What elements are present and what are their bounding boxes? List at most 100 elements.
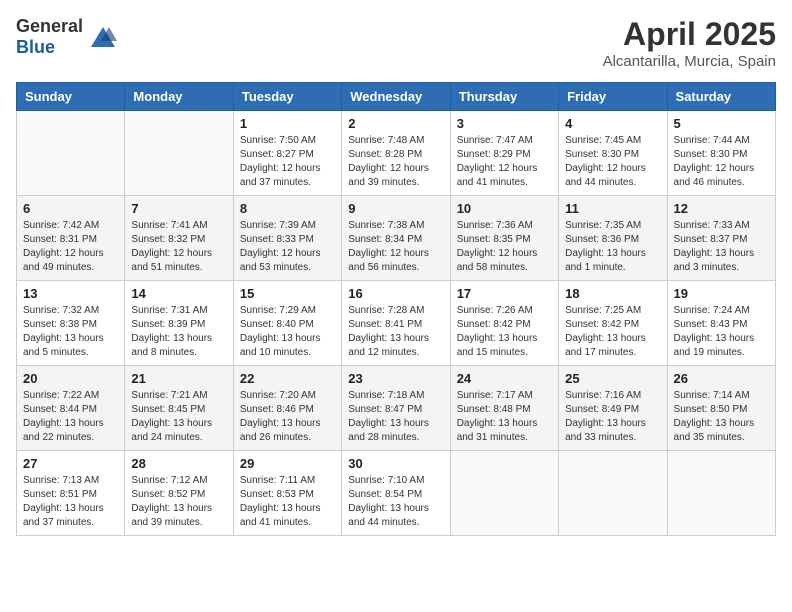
day-info: Sunrise: 7:10 AMSunset: 8:54 PMDaylight:…: [348, 474, 443, 530]
day-cell-20: 20 Sunrise: 7:22 AMSunset: 8:44 PMDayligh…: [17, 366, 125, 451]
day-number: 4: [565, 116, 660, 131]
day-cell-7: 7Sunrise: 7:41 AMSunset: 8:32 PMDaylight…: [125, 196, 233, 281]
day-number: 5: [674, 116, 769, 131]
day-number: 14: [131, 286, 226, 301]
day-cell-4: 4 Sunrise: 7:45 AMSunset: 8:30 PMDaylight…: [559, 111, 667, 196]
day-cell-15: 15 Sunrise: 7:29 AMSunset: 8:40 PMDayligh…: [233, 281, 341, 366]
day-info: Sunrise: 7:32 AMSunset: 8:38 PMDaylight:…: [23, 304, 118, 360]
day-number: 1: [240, 116, 335, 131]
weekday-header-tuesday: Tuesday: [233, 83, 341, 111]
day-cell-13: 13 Sunrise: 7:32 AMSunset: 8:38 PMDayligh…: [17, 281, 125, 366]
day-info: Sunrise: 7:42 AMSunset: 8:31 PMDaylight:…: [23, 219, 118, 275]
day-number: 10: [457, 201, 552, 216]
day-number: 18: [565, 286, 660, 301]
day-number: 12: [674, 201, 769, 216]
day-info: Sunrise: 7:16 AMSunset: 8:49 PMDaylight:…: [565, 389, 660, 445]
day-info: Sunrise: 7:25 AMSunset: 8:42 PMDaylight:…: [565, 304, 660, 360]
day-cell-24: 24Sunrise: 7:17 AMSunset: 8:48 PMDayligh…: [450, 366, 558, 451]
empty-cell: [450, 451, 558, 536]
day-cell-21: 21 Sunrise: 7:21 AMSunset: 8:45 PMDayligh…: [125, 366, 233, 451]
day-info: Sunrise: 7:45 AMSunset: 8:30 PMDaylight:…: [565, 134, 660, 190]
day-number: 27: [23, 456, 118, 471]
day-info: Sunrise: 7:17 AMSunset: 8:48 PMDaylight:…: [457, 389, 552, 445]
day-info: Sunrise: 7:33 AMSunset: 8:37 PMDaylight:…: [674, 219, 769, 275]
day-cell-3: 3 Sunrise: 7:47 AMSunset: 8:29 PMDaylight…: [450, 111, 558, 196]
weekday-header-saturday: Saturday: [667, 83, 775, 111]
day-cell-22: 22 Sunrise: 7:20 AMSunset: 8:46 PMDayligh…: [233, 366, 341, 451]
day-number: 29: [240, 456, 335, 471]
week-row-4: 20 Sunrise: 7:22 AMSunset: 8:44 PMDayligh…: [17, 366, 776, 451]
weekday-header-friday: Friday: [559, 83, 667, 111]
week-row-1: 1Sunrise: 7:50 AMSunset: 8:27 PMDaylight…: [17, 111, 776, 196]
day-info: Sunrise: 7:13 AMSunset: 8:51 PMDaylight:…: [23, 474, 118, 530]
day-number: 15: [240, 286, 335, 301]
logo-blue: Blue: [16, 37, 55, 57]
day-number: 28: [131, 456, 226, 471]
day-cell-19: 19 Sunrise: 7:24 AMSunset: 8:43 PMDayligh…: [667, 281, 775, 366]
day-info: Sunrise: 7:14 AMSunset: 8:50 PMDaylight:…: [674, 389, 769, 445]
day-info: Sunrise: 7:18 AMSunset: 8:47 PMDaylight:…: [348, 389, 443, 445]
day-number: 8: [240, 201, 335, 216]
location: Alcantarilla, Murcia, Spain: [603, 53, 776, 70]
day-info: Sunrise: 7:36 AMSunset: 8:35 PMDaylight:…: [457, 219, 552, 275]
day-info: Sunrise: 7:47 AMSunset: 8:29 PMDaylight:…: [457, 134, 552, 190]
day-cell-28: 28Sunrise: 7:12 AMSunset: 8:52 PMDayligh…: [125, 451, 233, 536]
day-info: Sunrise: 7:39 AMSunset: 8:33 PMDaylight:…: [240, 219, 335, 275]
empty-cell: [17, 111, 125, 196]
weekday-header-wednesday: Wednesday: [342, 83, 450, 111]
weekday-header-sunday: Sunday: [17, 83, 125, 111]
day-cell-25: 25 Sunrise: 7:16 AMSunset: 8:49 PMDayligh…: [559, 366, 667, 451]
logo-icon: [89, 23, 117, 51]
day-cell-27: 27 Sunrise: 7:13 AMSunset: 8:51 PMDayligh…: [17, 451, 125, 536]
weekday-header-row: SundayMondayTuesdayWednesdayThursdayFrid…: [17, 83, 776, 111]
day-number: 21: [131, 371, 226, 386]
day-number: 13: [23, 286, 118, 301]
day-number: 19: [674, 286, 769, 301]
day-cell-12: 12 Sunrise: 7:33 AMSunset: 8:37 PMDayligh…: [667, 196, 775, 281]
day-cell-2: 2Sunrise: 7:48 AMSunset: 8:28 PMDaylight…: [342, 111, 450, 196]
empty-cell: [125, 111, 233, 196]
day-cell-10: 10 Sunrise: 7:36 AMSunset: 8:35 PMDayligh…: [450, 196, 558, 281]
weekday-header-thursday: Thursday: [450, 83, 558, 111]
day-number: 2: [348, 116, 443, 131]
empty-cell: [667, 451, 775, 536]
day-info: Sunrise: 7:28 AMSunset: 8:41 PMDaylight:…: [348, 304, 443, 360]
day-cell-9: 9Sunrise: 7:38 AMSunset: 8:34 PMDaylight…: [342, 196, 450, 281]
day-number: 23: [348, 371, 443, 386]
calendar-table: SundayMondayTuesdayWednesdayThursdayFrid…: [16, 82, 776, 536]
day-info: Sunrise: 7:29 AMSunset: 8:40 PMDaylight:…: [240, 304, 335, 360]
day-info: Sunrise: 7:44 AMSunset: 8:30 PMDaylight:…: [674, 134, 769, 190]
day-cell-6: 6 Sunrise: 7:42 AMSunset: 8:31 PMDaylight…: [17, 196, 125, 281]
day-number: 3: [457, 116, 552, 131]
day-number: 22: [240, 371, 335, 386]
day-cell-29: 29 Sunrise: 7:11 AMSunset: 8:53 PMDayligh…: [233, 451, 341, 536]
day-number: 11: [565, 201, 660, 216]
day-cell-8: 8 Sunrise: 7:39 AMSunset: 8:33 PMDaylight…: [233, 196, 341, 281]
month-title: April 2025: [603, 16, 776, 53]
day-cell-18: 18 Sunrise: 7:25 AMSunset: 8:42 PMDayligh…: [559, 281, 667, 366]
day-info: Sunrise: 7:11 AMSunset: 8:53 PMDaylight:…: [240, 474, 335, 530]
logo: General Blue: [16, 16, 117, 58]
day-info: Sunrise: 7:24 AMSunset: 8:43 PMDaylight:…: [674, 304, 769, 360]
day-number: 30: [348, 456, 443, 471]
week-row-2: 6 Sunrise: 7:42 AMSunset: 8:31 PMDaylight…: [17, 196, 776, 281]
day-cell-26: 26Sunrise: 7:14 AMSunset: 8:50 PMDayligh…: [667, 366, 775, 451]
day-info: Sunrise: 7:26 AMSunset: 8:42 PMDaylight:…: [457, 304, 552, 360]
weekday-header-monday: Monday: [125, 83, 233, 111]
week-row-3: 13 Sunrise: 7:32 AMSunset: 8:38 PMDayligh…: [17, 281, 776, 366]
day-info: Sunrise: 7:35 AMSunset: 8:36 PMDaylight:…: [565, 219, 660, 275]
empty-cell: [559, 451, 667, 536]
day-number: 25: [565, 371, 660, 386]
day-info: Sunrise: 7:31 AMSunset: 8:39 PMDaylight:…: [131, 304, 226, 360]
day-info: Sunrise: 7:22 AMSunset: 8:44 PMDaylight:…: [23, 389, 118, 445]
title-area: April 2025 Alcantarilla, Murcia, Spain: [603, 16, 776, 70]
day-number: 20: [23, 371, 118, 386]
day-cell-5: 5 Sunrise: 7:44 AMSunset: 8:30 PMDaylight…: [667, 111, 775, 196]
day-number: 6: [23, 201, 118, 216]
day-cell-11: 11 Sunrise: 7:35 AMSunset: 8:36 PMDayligh…: [559, 196, 667, 281]
day-info: Sunrise: 7:21 AMSunset: 8:45 PMDaylight:…: [131, 389, 226, 445]
day-info: Sunrise: 7:20 AMSunset: 8:46 PMDaylight:…: [240, 389, 335, 445]
week-row-5: 27 Sunrise: 7:13 AMSunset: 8:51 PMDayligh…: [17, 451, 776, 536]
day-info: Sunrise: 7:38 AMSunset: 8:34 PMDaylight:…: [348, 219, 443, 275]
logo-general: General: [16, 16, 83, 36]
